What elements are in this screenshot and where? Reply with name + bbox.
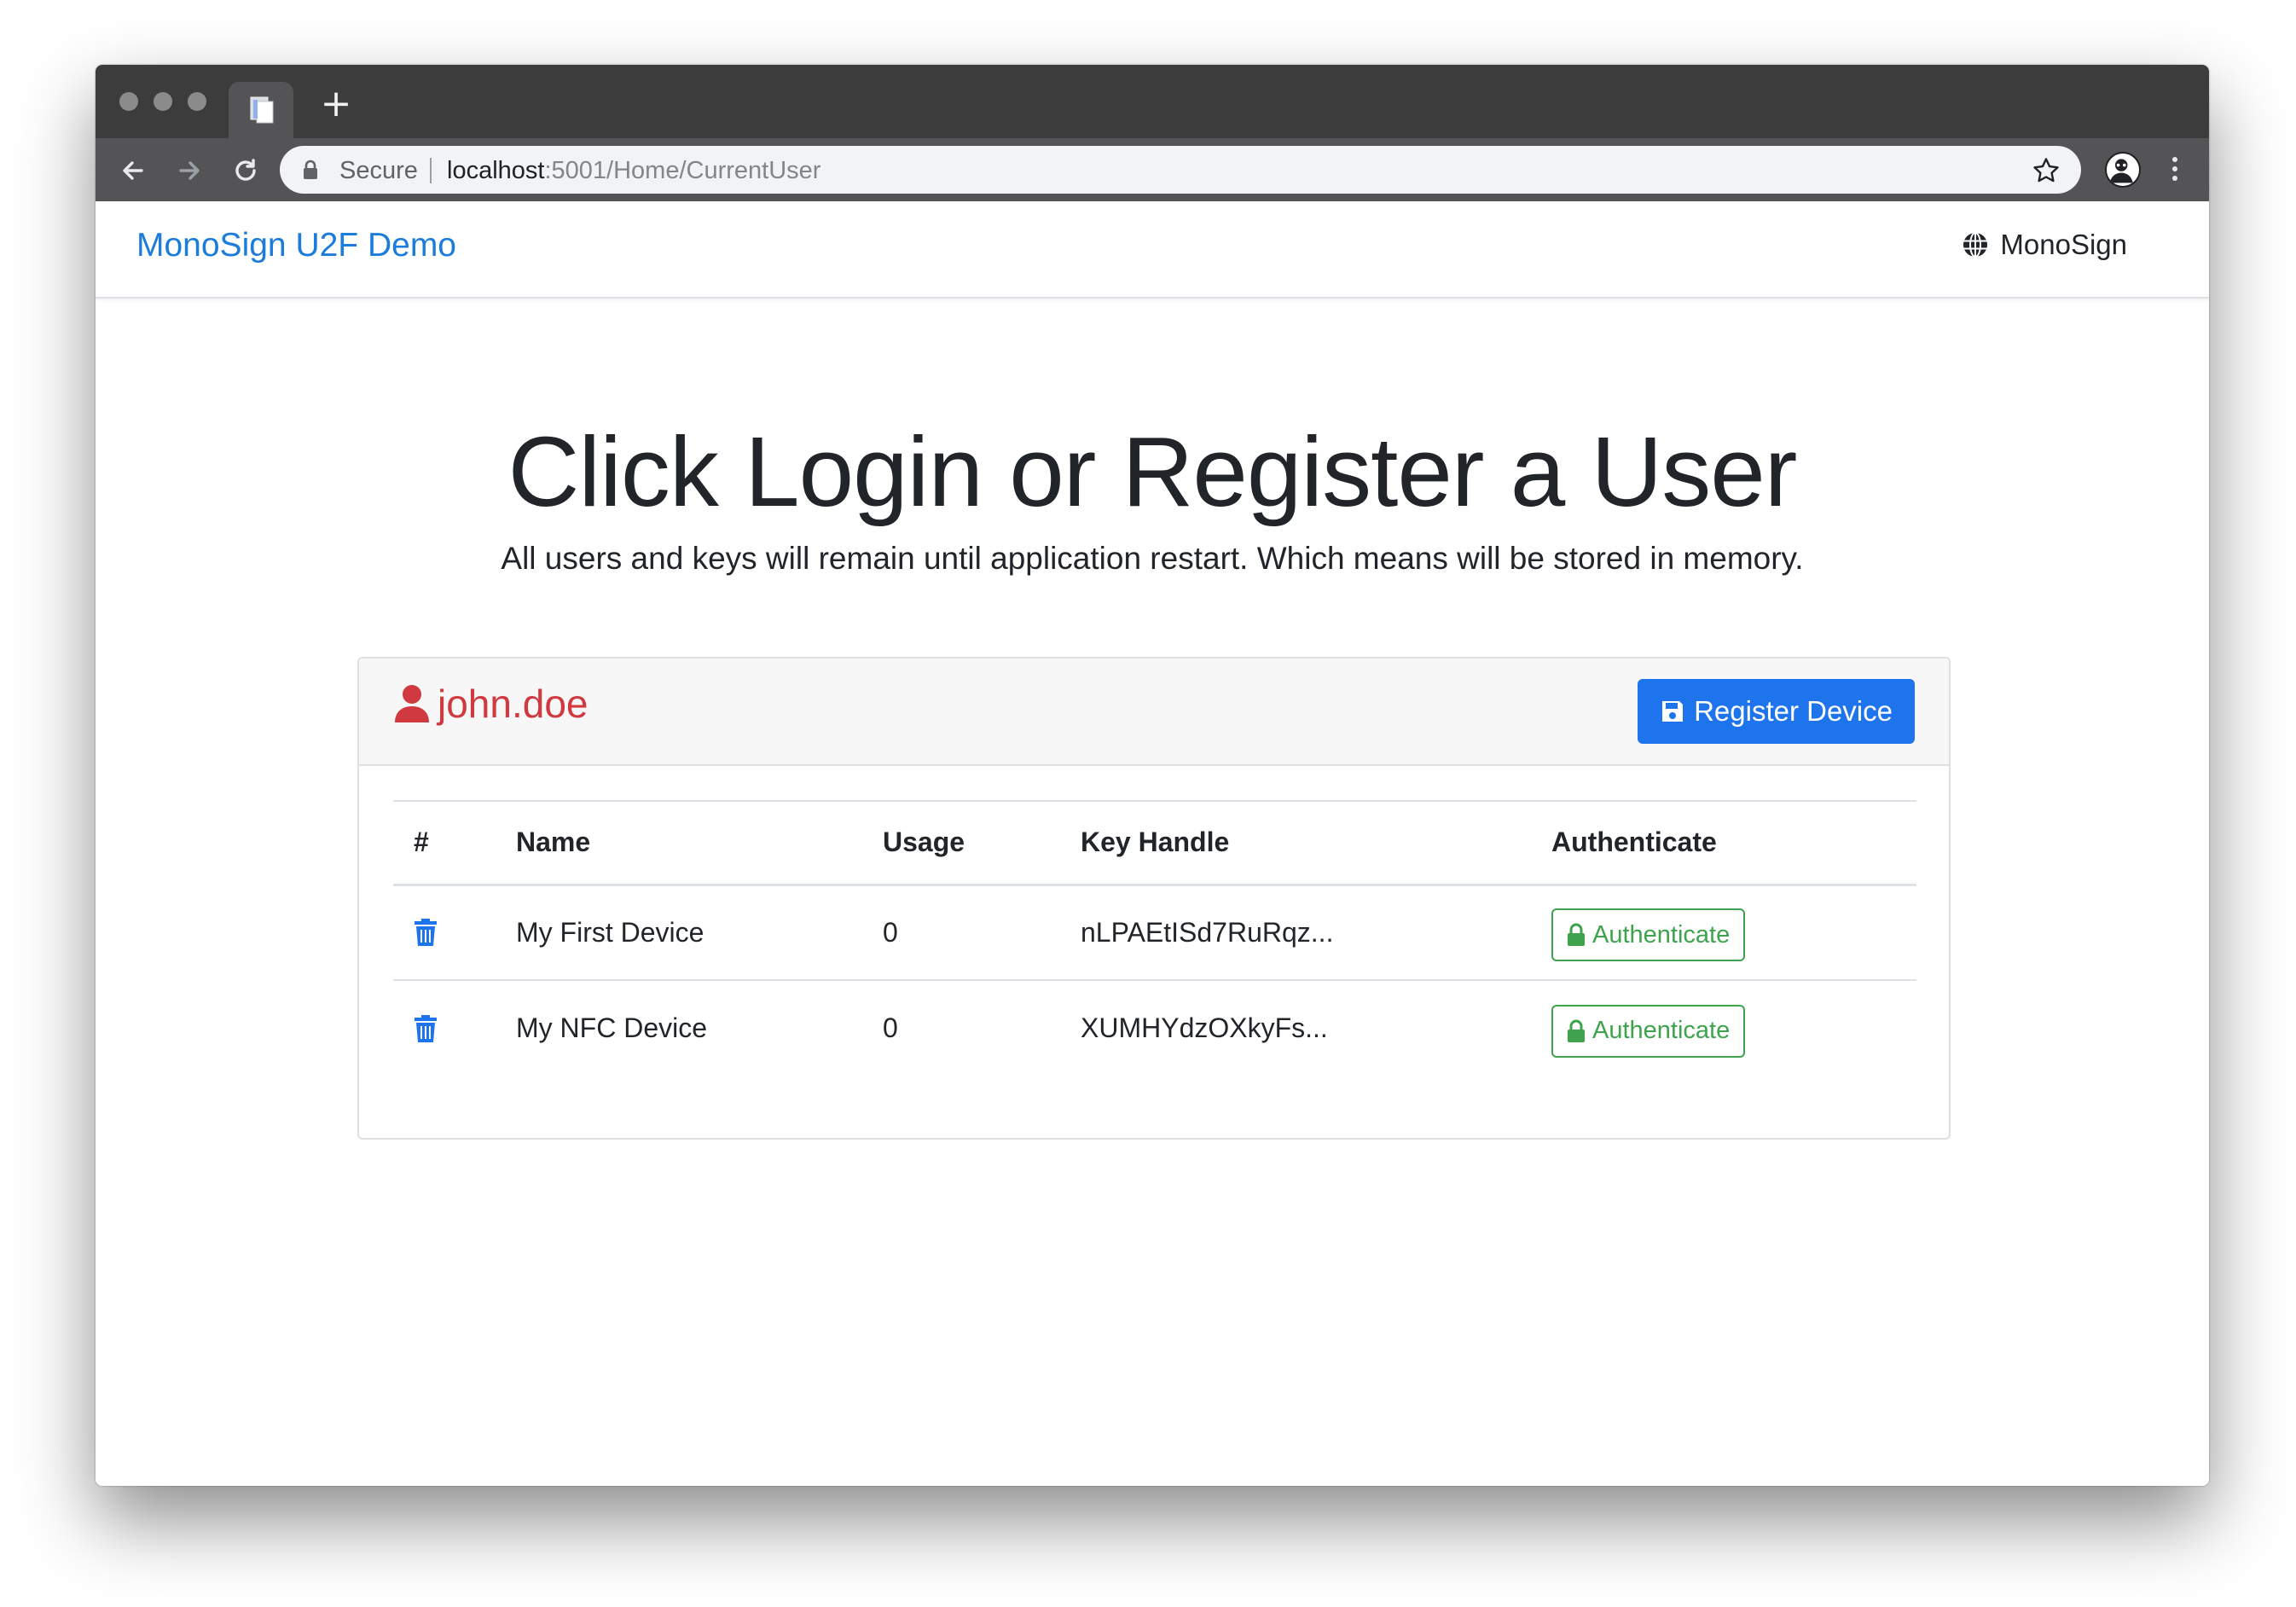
column-header: Key Handle xyxy=(1081,800,1551,886)
arrow-left-icon xyxy=(123,161,143,180)
save-icon xyxy=(1662,701,1684,722)
authenticate-button[interactable]: Authenticate xyxy=(1551,908,1746,962)
device-usage: 0 xyxy=(883,1012,898,1043)
brand-link[interactable]: MonoSign U2F Demo xyxy=(136,227,456,264)
table-row: My NFC Device 0 XUMHYdzOXkyFs... Authent… xyxy=(393,980,1916,1076)
table-row: My First Device 0 nLPAEtISd7RuRqz... Aut… xyxy=(393,885,1916,981)
globe-icon xyxy=(1963,232,1988,258)
document-icon xyxy=(250,96,274,124)
trash-icon[interactable] xyxy=(414,1014,438,1043)
tab-strip: + xyxy=(96,65,2209,138)
site-navbar: MonoSign U2F Demo MonoSign xyxy=(96,201,2209,299)
authenticate-label: Authenticate xyxy=(1592,1017,1731,1044)
authenticate-label: Authenticate xyxy=(1592,920,1731,949)
lock-icon xyxy=(1568,923,1585,947)
authenticate-cell: Authenticate xyxy=(1551,980,1916,1076)
url-host: localhost xyxy=(447,157,545,184)
browser-window: + Secure localhost:5001/Home/CurrentUser xyxy=(96,65,2209,1486)
delete-cell xyxy=(393,980,516,1076)
arrow-right-icon xyxy=(179,161,200,180)
new-tab-button[interactable]: + xyxy=(319,85,353,123)
lock-icon xyxy=(1568,1019,1585,1042)
register-device-button[interactable]: Register Device xyxy=(1638,679,1915,744)
window-close-dot[interactable] xyxy=(119,92,138,111)
page-lead: All users and keys will remain until app… xyxy=(501,541,1804,576)
trash-icon[interactable] xyxy=(414,918,438,947)
column-header: # xyxy=(393,800,516,886)
menu-dot xyxy=(2172,166,2177,171)
column-header: Name xyxy=(516,800,883,886)
browser-menu-button[interactable] xyxy=(2168,154,2182,188)
device-usage: 0 xyxy=(883,885,1081,981)
browser-toolbar: Secure localhost:5001/Home/CurrentUser xyxy=(96,138,2209,201)
profile-avatar[interactable] xyxy=(2105,152,2141,188)
delete-cell xyxy=(393,885,516,981)
url-text: localhost:5001/Home/CurrentUser xyxy=(447,157,820,185)
authenticate-cell: Authenticate xyxy=(1551,885,1916,981)
reload-icon xyxy=(235,159,256,181)
monosign-label: MonoSign xyxy=(2000,229,2127,260)
monosign-link[interactable]: MonoSign xyxy=(1961,229,2127,261)
window-minimize-dot[interactable] xyxy=(154,92,172,111)
screenshot-stage: + Secure localhost:5001/Home/CurrentUser xyxy=(0,0,2296,1607)
lock-icon xyxy=(304,160,317,179)
user-icon xyxy=(395,685,429,722)
address-bar[interactable]: Secure localhost:5001/Home/CurrentUser xyxy=(280,146,2081,194)
device-key-handle: XUMHYdzOXkyFs... xyxy=(1081,1012,1328,1043)
bookmark-star-icon[interactable] xyxy=(2032,156,2061,185)
column-header: Usage xyxy=(883,800,1081,886)
username: john.doe xyxy=(438,682,588,726)
menu-dot xyxy=(2172,176,2177,181)
forward-button[interactable] xyxy=(172,154,206,188)
secure-label: Secure xyxy=(339,157,418,184)
user-avatar-icon xyxy=(2109,159,2133,183)
current-user: john.doe xyxy=(393,681,588,727)
page-content: MonoSign U2F Demo MonoSign Click Login o… xyxy=(96,201,2209,1486)
back-button[interactable] xyxy=(116,154,150,188)
card-header: john.doe Register Device xyxy=(359,658,1949,766)
devices-table: # Name Usage Key Handle Authenticate My … xyxy=(393,800,1916,1076)
url-path: :5001/Home/CurrentUser xyxy=(544,157,821,184)
device-name: My NFC Device xyxy=(516,1012,708,1043)
column-header: Authenticate xyxy=(1551,800,1916,886)
user-card: john.doe Register Device # Name Usage Ke… xyxy=(357,657,1951,1140)
window-zoom-dot[interactable] xyxy=(188,92,206,111)
register-device-label: Register Device xyxy=(1694,695,1893,727)
browser-tab[interactable] xyxy=(229,82,293,138)
address-divider xyxy=(430,158,432,183)
menu-dot xyxy=(2172,157,2177,162)
reload-button[interactable] xyxy=(229,154,263,188)
device-key-handle: nLPAEtISd7RuRqz... xyxy=(1081,885,1551,981)
device-name: My First Device xyxy=(516,885,883,981)
page-title: Click Login or Register a User xyxy=(507,416,1798,527)
authenticate-button[interactable]: Authenticate xyxy=(1551,1004,1746,1058)
table-header-row: # Name Usage Key Handle Authenticate xyxy=(393,800,1916,886)
